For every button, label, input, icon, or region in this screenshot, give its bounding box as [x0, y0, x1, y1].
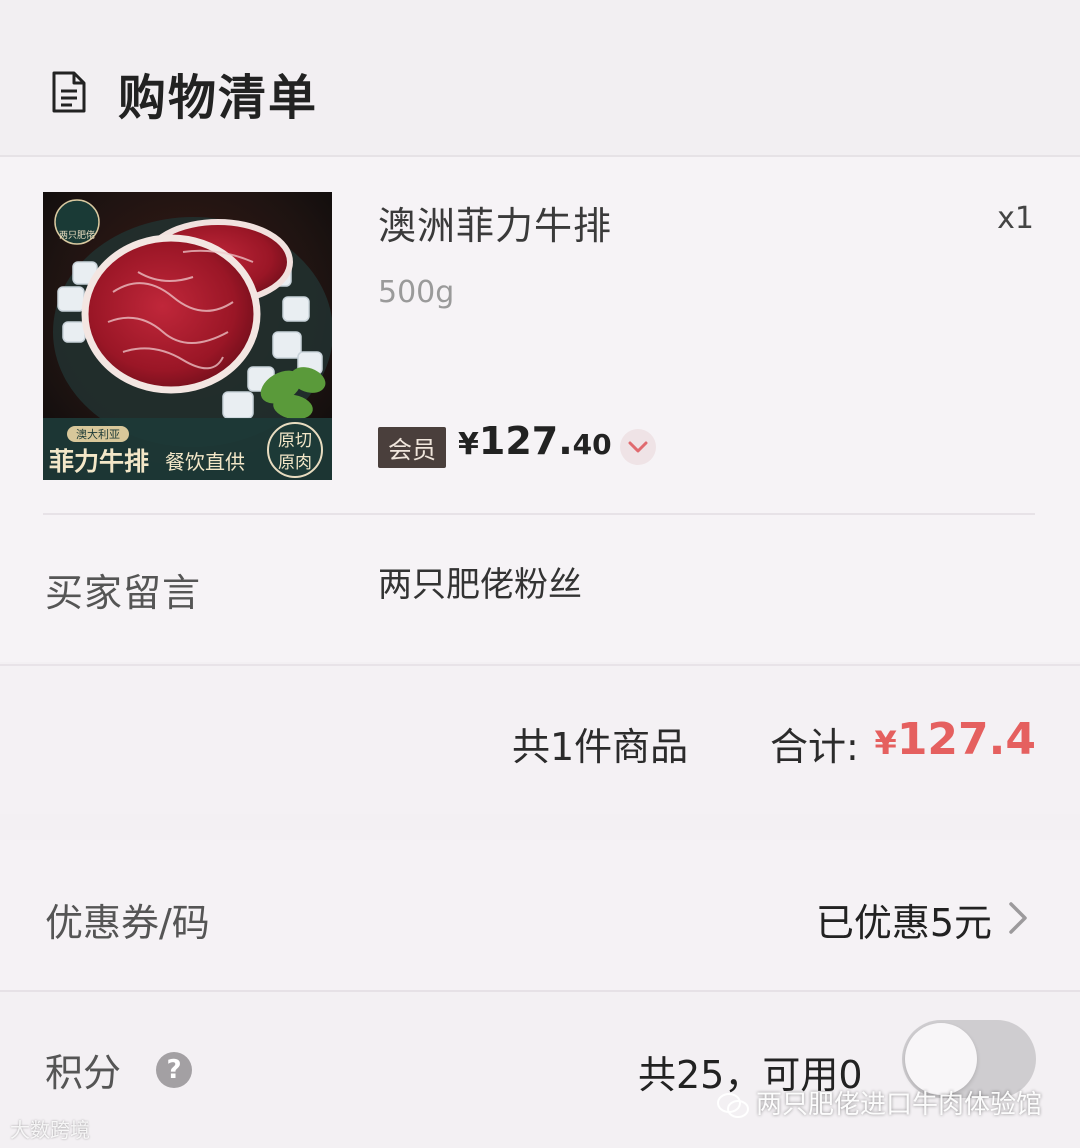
buyer-message-label: 买家留言	[45, 571, 202, 615]
chevron-right-icon	[1009, 902, 1027, 934]
total-label: 合计:	[770, 725, 859, 769]
watermark-right: 两只肥佬进口牛肉体验馆	[716, 1084, 1042, 1121]
coupon-label: 优惠券/码	[45, 901, 210, 945]
product-quantity: x1	[997, 201, 1034, 236]
watermark-left: 大数跨境	[10, 1114, 90, 1143]
stamp-line-2: 原肉	[278, 453, 312, 473]
product-price: ¥127.40	[458, 419, 612, 463]
stamp-line-1: 原切	[278, 431, 312, 451]
buyer-message-input[interactable]: 两只肥佬粉丝	[378, 557, 582, 606]
help-icon[interactable]: ?	[156, 1052, 192, 1088]
coupon-value: 已优惠5元	[815, 901, 992, 945]
total-number: 127.4	[896, 714, 1036, 765]
chevron-down-icon	[628, 441, 648, 453]
total-currency: ¥	[874, 724, 897, 762]
points-label: 积分	[45, 1051, 122, 1095]
product-name[interactable]: 澳洲菲力牛排	[378, 195, 612, 250]
document-icon	[52, 71, 86, 113]
order-summary: 共1件商品 合计: ¥127.4	[0, 664, 1080, 814]
price-currency: ¥	[458, 427, 479, 462]
total-amount: ¥127.4	[875, 714, 1036, 765]
product-card: 两只肥佬 澳大利亚 菲力牛排 餐饮直供 原切 原肉 澳洲菲力牛排 x1 500g…	[0, 157, 1080, 662]
image-product-name: 菲力牛排	[49, 447, 149, 476]
product-spec: 500g	[378, 275, 455, 310]
image-slogan: 餐饮直供	[165, 450, 245, 474]
header-bar: 购物清单	[0, 0, 1080, 157]
price-decimal: 40	[572, 428, 612, 461]
price-integer: 127.	[478, 419, 573, 463]
checkout-page: 购物清单 两只肥佬 澳大利亚 菲力牛排 餐饮直供 原切 原肉 澳洲菲力牛排 x1…	[0, 0, 1080, 1148]
product-image[interactable]: 两只肥佬 澳大利亚 菲力牛排 餐饮直供 原切 原肉	[43, 192, 332, 480]
origin-label: 澳大利亚	[76, 427, 120, 441]
wechat-icon	[716, 1092, 749, 1118]
watermark-right-text: 两只肥佬进口牛肉体验馆	[755, 1090, 1042, 1120]
watermark-left-text: 大数跨境	[10, 1118, 90, 1142]
divider	[43, 513, 1035, 515]
coupon-row[interactable]: 优惠券/码 已优惠5元	[0, 840, 1080, 992]
price-expand-button[interactable]	[620, 429, 656, 465]
points-row: 积分 ? 共25，可用0	[0, 992, 1080, 1148]
page-title: 购物清单	[118, 70, 319, 126]
member-badge: 会员	[378, 427, 446, 468]
item-count: 共1件商品	[512, 725, 689, 769]
brand-logo-text: 两只肥佬	[59, 229, 95, 241]
